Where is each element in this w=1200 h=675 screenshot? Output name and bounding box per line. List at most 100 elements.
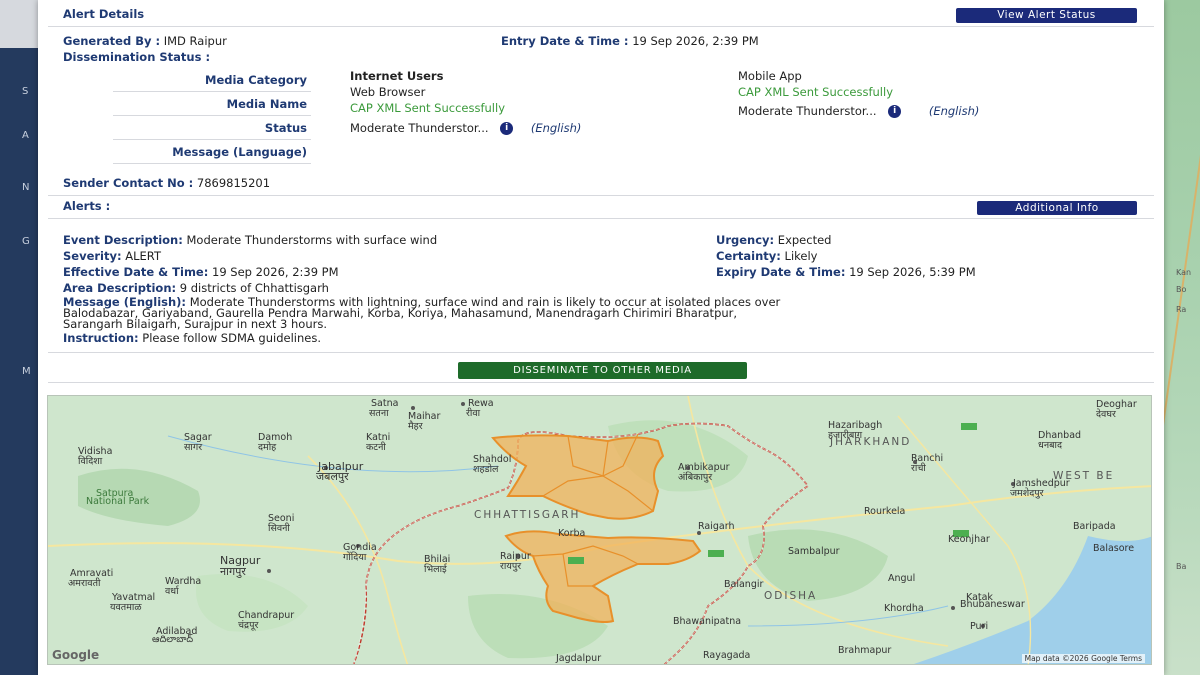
instruction-value: Please follow SDMA guidelines.: [142, 331, 321, 345]
background-map-label: Ba: [1176, 562, 1187, 571]
mobile-language: (English): [928, 104, 980, 118]
expiry-date-label: Expiry Date & Time:: [716, 265, 846, 279]
map-city-label: अंबिकापुर: [678, 472, 713, 483]
certainty-value: Likely: [784, 249, 818, 263]
map-city-label: Balangir: [724, 579, 764, 590]
background-sidebar-letter: G: [22, 236, 30, 247]
certainty-label: Certainty:: [716, 249, 781, 263]
expiry-date-time: Expiry Date & Time: 19 Sep 2026, 5:39 PM: [716, 265, 976, 279]
event-description-value: Moderate Thunderstorms with surface wind: [186, 233, 438, 247]
background-sidebar-letter: A: [22, 130, 29, 141]
disseminate-button[interactable]: DISSEMINATE TO OTHER MEDIA: [458, 362, 747, 379]
internet-message: Moderate Thunderstor... i (English): [350, 121, 581, 135]
area-description-value: 9 districts of Chhattisgarh: [179, 281, 329, 295]
instruction-label: Instruction:: [63, 331, 139, 345]
info-icon[interactable]: i: [500, 122, 514, 135]
map-city-label: ఆదిలాబాద్: [152, 634, 194, 645]
generated-by-value: IMD Raipur: [163, 34, 227, 48]
sender-contact-value: 7869815201: [196, 176, 271, 190]
mobile-message-text: Moderate Thunderstor...: [738, 104, 877, 118]
map-state-label: CHHATTISGARH: [474, 509, 581, 521]
map-city-label: नागपुर: [220, 565, 246, 578]
map-city-label: जमशेदपुर: [1010, 488, 1044, 499]
map-city-label: मैहर: [408, 421, 423, 432]
map-city-label: चंद्रपूर: [238, 620, 259, 631]
map-state-label: JHARKHAND: [830, 436, 912, 448]
background-sidebar-letter: M: [22, 366, 31, 377]
background-map-label: Kan: [1176, 268, 1192, 277]
generated-by-label: Generated By :: [63, 34, 161, 48]
map-city-label: विदिशा: [78, 456, 103, 467]
instruction: Instruction: Please follow SDMA guidelin…: [63, 331, 321, 345]
map-state-label: WEST BE: [1053, 470, 1115, 482]
entry-date-time: Entry Date & Time : 19 Sep 2026, 2:39 PM: [501, 34, 759, 48]
map-city-label: धनबाद: [1038, 440, 1063, 451]
divider: [48, 26, 1154, 27]
map-city-label: Jagdalpur: [556, 653, 602, 664]
entry-date-value: 19 Sep 2026, 2:39 PM: [632, 34, 759, 48]
divider: [48, 382, 1154, 383]
additional-info-button[interactable]: Additional Info: [977, 201, 1137, 215]
map-city-label: यवतमाळ: [110, 602, 142, 613]
map-city-label: अमरावती: [68, 578, 101, 589]
dissemination-status: Dissemination Status :: [63, 50, 210, 64]
area-description-label: Area Description:: [63, 281, 177, 295]
map-city-label: देवघर: [1096, 409, 1116, 420]
background-sidebar: S A N G M: [0, 48, 38, 675]
map-city-label: Raigarh: [698, 521, 735, 532]
alert-details-modal: Alert Details View Alert Status Generate…: [38, 0, 1164, 675]
message-language-label: Message (Language): [113, 140, 311, 164]
generated-by: Generated By : IMD Raipur: [63, 34, 227, 48]
map-city-label: Angul: [888, 573, 916, 584]
event-description: Event Description: Moderate Thunderstorm…: [63, 233, 437, 247]
internet-status: CAP XML Sent Successfully: [350, 101, 506, 115]
urgency-value: Expected: [777, 233, 832, 247]
alert-message-line3: Sarangarh Bilaigarh, Surajpur in next 3 …: [63, 317, 327, 331]
map-city-label: कटनी: [366, 442, 386, 453]
map-city-label: Keonjhar: [948, 534, 990, 545]
map-city-label: वर्धा: [165, 586, 179, 597]
status-label: Status: [113, 116, 311, 140]
sender-contact: Sender Contact No : 7869815201: [63, 176, 270, 190]
map-city-label: Bhawanipatna: [673, 616, 742, 627]
expiry-date-value: 19 Sep 2026, 5:39 PM: [849, 265, 976, 279]
map-state-label: ODISHA: [764, 590, 818, 602]
map-city-label: Balasore: [1093, 543, 1135, 554]
severity-value: ALERT: [125, 249, 161, 263]
effective-date-time: Effective Date & Time: 19 Sep 2026, 2:39…: [63, 265, 339, 279]
background-sidebar-letter: S: [22, 86, 29, 97]
severity-label: Severity:: [63, 249, 122, 263]
event-description-label: Event Description:: [63, 233, 183, 247]
area-description: Area Description: 9 districts of Chhatti…: [63, 281, 329, 295]
view-alert-status-button[interactable]: View Alert Status: [956, 8, 1137, 23]
urgency: Urgency: Expected: [716, 233, 831, 247]
mobile-status: CAP XML Sent Successfully: [738, 85, 894, 99]
map-city-label: Rourkela: [864, 506, 906, 517]
severity: Severity: ALERT: [63, 249, 161, 263]
entry-date-label: Entry Date & Time :: [501, 34, 629, 48]
background-sidebar-letter: N: [22, 182, 30, 193]
urgency-label: Urgency:: [716, 233, 775, 247]
map-city-label: दमोह: [258, 442, 277, 453]
dissemination-status-label: Dissemination Status :: [63, 50, 211, 64]
map-city-label: शहडोल: [473, 464, 499, 475]
background-map: [1135, 0, 1200, 675]
map-credit[interactable]: Map data ©2026 Google Terms: [1021, 654, 1145, 663]
map-city-label: Rayagada: [703, 650, 751, 661]
map-city-label: Sambalpur: [788, 546, 840, 557]
media-name-label: Media Name: [113, 92, 311, 116]
background-map-label: Ra: [1176, 305, 1187, 314]
alerts-title: Alerts :: [63, 199, 111, 213]
effective-date-label: Effective Date & Time:: [63, 265, 209, 279]
map-city-label: भिलाई: [424, 564, 447, 575]
info-icon[interactable]: i: [888, 105, 902, 118]
map-city-label: सागर: [184, 442, 203, 453]
alert-area-map[interactable]: Satna सतना Rewa रीवा Maihar मैहर Sagar स…: [47, 395, 1152, 665]
map-city-label: Brahmapur: [838, 645, 892, 656]
map-city-label: जबलपुर: [316, 470, 349, 483]
map-city-label: Baripada: [1073, 521, 1116, 532]
effective-date-value: 19 Sep 2026, 2:39 PM: [212, 265, 339, 279]
map-city-label: Bhubaneswar: [960, 599, 1025, 610]
google-logo: Google: [52, 648, 100, 662]
divider: [48, 195, 1154, 196]
